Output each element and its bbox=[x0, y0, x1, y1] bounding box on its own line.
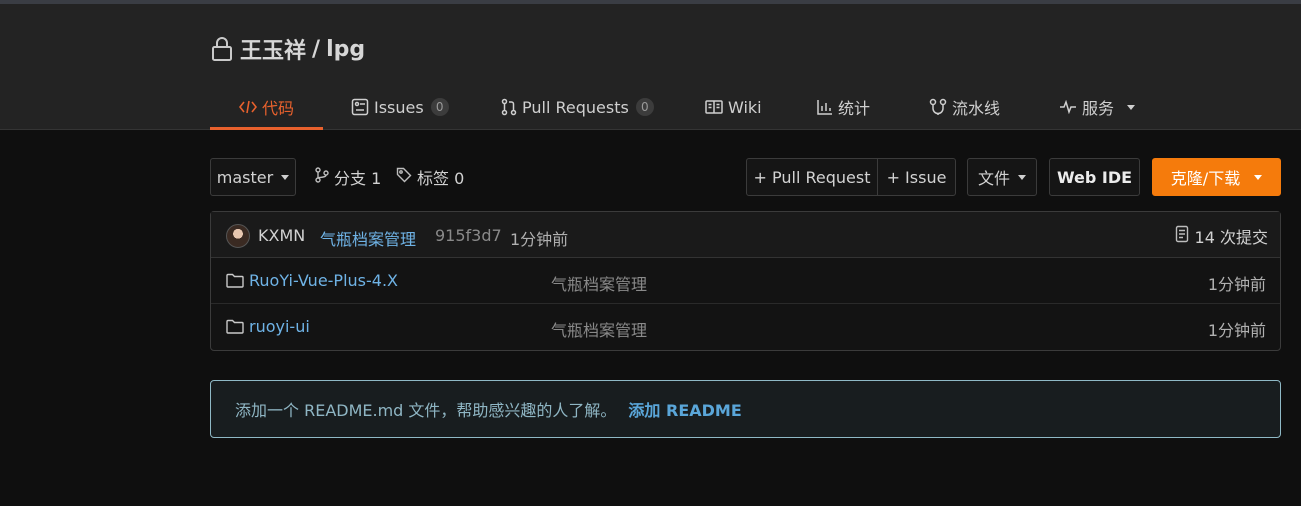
file-commit-time: 1分钟前 bbox=[1207, 321, 1266, 340]
issues-count-badge: 0 bbox=[430, 98, 449, 116]
branches-link[interactable]: 分支 1 bbox=[315, 158, 381, 196]
branch-icon bbox=[315, 167, 329, 187]
tab-label: 统计 bbox=[838, 99, 871, 118]
commit-sha[interactable]: 915f3d7 bbox=[435, 226, 502, 245]
pulse-icon bbox=[1059, 100, 1077, 114]
tab-code[interactable]: 代码 bbox=[210, 84, 323, 130]
new-pull-request-button[interactable]: + Pull Request bbox=[746, 158, 878, 196]
pull-request-icon bbox=[501, 98, 517, 116]
file-commit-message[interactable]: 气瓶档案管理 bbox=[551, 317, 647, 341]
clone-download-label: 克隆/下载 bbox=[1170, 169, 1241, 188]
chevron-down-icon bbox=[1127, 104, 1136, 110]
chevron-down-icon bbox=[281, 174, 290, 180]
pull-requests-count-badge: 0 bbox=[635, 98, 654, 116]
readme-notice: 添加一个 README.md 文件，帮助感兴趣的人了解。 添加 README bbox=[210, 380, 1281, 438]
folder-icon bbox=[226, 273, 244, 292]
file-menu-button[interactable]: 文件 bbox=[967, 158, 1037, 196]
pipeline-icon bbox=[929, 98, 947, 116]
commit-history-icon bbox=[1175, 225, 1189, 247]
tab-label: Issues bbox=[374, 97, 424, 117]
tags-link[interactable]: 标签 0 bbox=[396, 158, 464, 196]
tab-label: Pull Requests bbox=[522, 97, 629, 117]
commit-count-label: 14 次提交 bbox=[1194, 228, 1268, 247]
tab-issues[interactable]: Issues 0 bbox=[351, 84, 449, 130]
latest-commit-row: KXMN 气瓶档案管理 915f3d7 1分钟前 14 次提交 bbox=[211, 212, 1280, 258]
repo-tabs: 代码 Issues 0 Pull Requests 0 Wiki 统计 流水线 … bbox=[210, 84, 1210, 130]
avatar[interactable] bbox=[226, 224, 250, 248]
tab-wiki[interactable]: Wiki bbox=[705, 84, 762, 130]
web-ide-label: Web IDE bbox=[1056, 167, 1133, 187]
new-pull-request-label: + Pull Request bbox=[753, 167, 871, 187]
file-commit-message[interactable]: 气瓶档案管理 bbox=[551, 271, 647, 295]
tab-stats[interactable]: 统计 bbox=[817, 84, 870, 130]
commit-count-link[interactable]: 14 次提交 bbox=[1175, 224, 1268, 248]
branch-select-value: master bbox=[216, 167, 274, 187]
list-item: ruoyi-ui 气瓶档案管理 1分钟前 bbox=[211, 304, 1280, 350]
file-name-link[interactable]: ruoyi-ui bbox=[249, 317, 310, 336]
new-issue-label: + Issue bbox=[886, 167, 947, 187]
tab-services[interactable]: 服务 bbox=[1059, 84, 1136, 130]
tab-label: Wiki bbox=[728, 97, 762, 117]
file-commit-time: 1分钟前 bbox=[1207, 275, 1266, 294]
add-readme-link[interactable]: 添加 README bbox=[628, 397, 741, 421]
clone-download-button[interactable]: 克隆/下载 bbox=[1152, 158, 1281, 196]
tab-label: 服务 bbox=[1082, 99, 1115, 118]
folder-icon bbox=[226, 319, 244, 338]
repo-header: 王玉祥 / lpg 代码 Issues 0 Pull Requests 0 Wi… bbox=[0, 4, 1301, 130]
book-icon bbox=[705, 99, 723, 115]
readme-notice-text: 添加一个 README.md 文件，帮助感兴趣的人了解。 bbox=[235, 401, 617, 420]
file-name-link[interactable]: RuoYi-Vue-Plus-4.X bbox=[249, 271, 398, 290]
commit-time: 1分钟前 bbox=[510, 230, 569, 249]
repo-separator: / bbox=[312, 36, 321, 62]
file-list: KXMN 气瓶档案管理 915f3d7 1分钟前 14 次提交 RuoYi-Vu… bbox=[210, 211, 1281, 351]
repo-name-link[interactable]: lpg bbox=[326, 37, 365, 62]
file-menu-label: 文件 bbox=[977, 169, 1010, 188]
tab-pull-requests[interactable]: Pull Requests 0 bbox=[501, 84, 654, 130]
branches-label: 分支 1 bbox=[334, 169, 382, 188]
repo-owner-link[interactable]: 王玉祥 bbox=[240, 33, 306, 65]
tags-label: 标签 0 bbox=[417, 169, 465, 188]
tab-label: 代码 bbox=[261, 99, 294, 118]
commit-author[interactable]: KXMN bbox=[258, 226, 305, 245]
bar-chart-icon bbox=[817, 99, 833, 115]
tag-icon bbox=[396, 167, 412, 187]
issues-icon bbox=[351, 98, 369, 116]
chevron-down-icon bbox=[1254, 174, 1263, 180]
tab-label: 流水线 bbox=[952, 99, 1001, 118]
commit-message[interactable]: 气瓶档案管理 bbox=[320, 226, 416, 250]
tab-pipeline[interactable]: 流水线 bbox=[929, 84, 1000, 130]
repo-toolbar: master 分支 1 标签 0 + Pull Request + Issue … bbox=[210, 158, 1281, 196]
lock-icon bbox=[210, 36, 234, 62]
list-item: RuoYi-Vue-Plus-4.X 气瓶档案管理 1分钟前 bbox=[211, 258, 1280, 304]
new-issue-button[interactable]: + Issue bbox=[877, 158, 956, 196]
chevron-down-icon bbox=[1018, 174, 1026, 180]
branch-select[interactable]: master bbox=[210, 158, 296, 196]
repo-title: 王玉祥 / lpg bbox=[210, 34, 365, 64]
web-ide-button[interactable]: Web IDE bbox=[1049, 158, 1140, 196]
code-icon bbox=[238, 99, 257, 115]
